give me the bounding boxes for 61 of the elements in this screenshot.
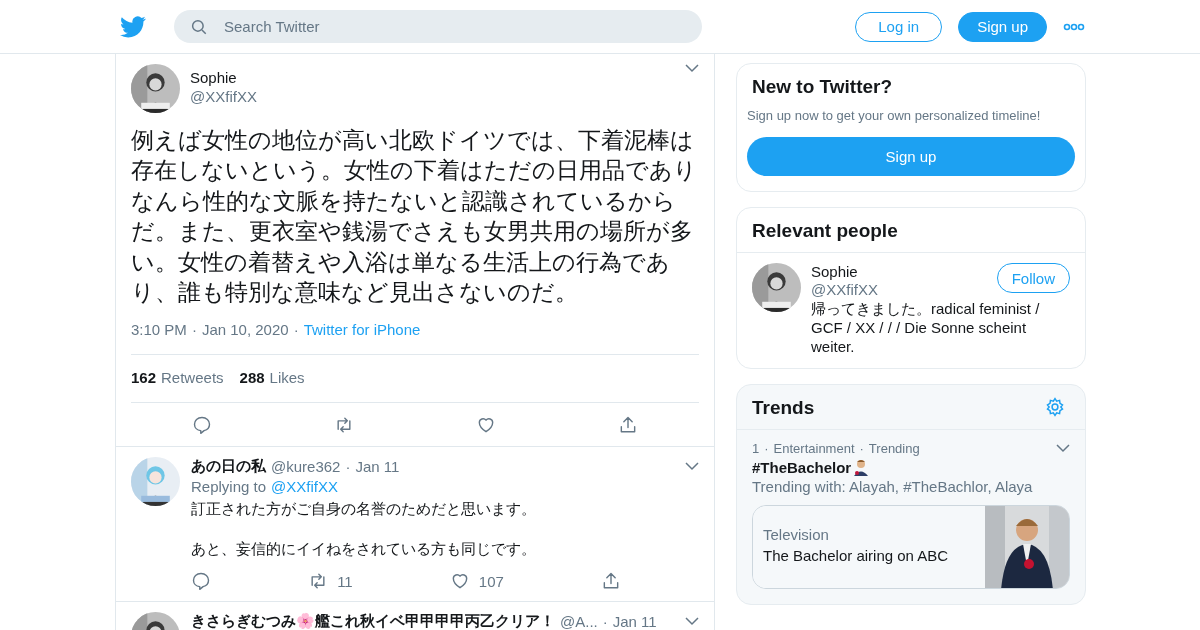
signup-button[interactable]: Sign up bbox=[958, 11, 1047, 42]
reply-button[interactable] bbox=[191, 571, 211, 592]
trend-status: Trending bbox=[868, 441, 920, 456]
trend-media-card[interactable]: Television The Bachelor airing on ABC bbox=[752, 505, 1070, 589]
search-field[interactable]: Search Twitter bbox=[174, 10, 702, 43]
trending-with: Trending with: Alayah, #TheBachlor, Alaya bbox=[752, 478, 1034, 495]
trend-category: Entertainment bbox=[773, 441, 855, 456]
login-button[interactable]: Log in bbox=[855, 11, 943, 42]
author-name[interactable]: Sophie bbox=[190, 69, 675, 86]
trend-rank: 1 bbox=[752, 441, 760, 456]
person-bio: 帰ってきました。radical feminist / GCF / XX / / / Die Sonne scheint weiter. bbox=[811, 299, 1041, 356]
retweets-label[interactable]: Retweets bbox=[161, 369, 224, 387]
tweet-text: 例えば女性の地位が高い北欧ドイツでは、下着泥棒は存在しないという。女性の下着はただの日用品でありなんら性的な文脈を持たないと認識されているからだ。また、更衣室や銭湯でさえも女男共用の場所が多い。女性の着替えや入浴は単なる生活上の行為であり、誰も特別な意味など見出さないのだ。 bbox=[131, 126, 698, 308]
card-title: Relevant people bbox=[751, 219, 899, 243]
separator-dot: · bbox=[602, 613, 608, 630]
separator-dot: · bbox=[191, 321, 197, 339]
separator-dot: · bbox=[859, 441, 864, 456]
replying-label: Replying to bbox=[191, 478, 267, 496]
card-title: New to Twitter? bbox=[751, 75, 894, 99]
person-handle[interactable]: @XXfifXX bbox=[811, 281, 997, 298]
trend-name[interactable]: #TheBachelor bbox=[752, 458, 852, 476]
reply-author-handle[interactable]: @A... bbox=[560, 613, 598, 630]
tweet-date: Jan 10, 2020 bbox=[201, 321, 289, 339]
reply-text: あと、妄信的にイイねをされている方も同じです。 bbox=[191, 539, 537, 560]
card-text: Sign up now to get your own personalized timeline! bbox=[746, 108, 1042, 125]
like-count: 288 bbox=[239, 369, 265, 387]
reply-icon bbox=[191, 571, 211, 592]
tweet-time: 3:10 PM bbox=[131, 321, 187, 339]
reply-author-name[interactable]: あの日の私 bbox=[191, 457, 266, 477]
separator-dot: · bbox=[293, 321, 299, 339]
reply-icon bbox=[192, 415, 212, 436]
separator-dot: · bbox=[345, 458, 351, 476]
reply-date[interactable]: Jan 11 bbox=[612, 613, 657, 630]
card-title: Trends bbox=[751, 396, 816, 420]
chevron-icon[interactable] bbox=[1056, 444, 1070, 453]
settings-icon[interactable] bbox=[1045, 397, 1065, 417]
person-name[interactable]: Sophie bbox=[811, 263, 997, 280]
man-icon bbox=[852, 458, 871, 476]
reply-date[interactable]: Jan 11 bbox=[355, 458, 400, 476]
chevron-icon[interactable] bbox=[685, 64, 699, 73]
chevron-icon[interactable] bbox=[685, 617, 699, 627]
media-kind: Television bbox=[763, 526, 830, 543]
author-handle[interactable]: @XXfifXX bbox=[190, 88, 675, 105]
reply-button[interactable] bbox=[192, 415, 212, 436]
follow-button[interactable]: Follow bbox=[996, 263, 1070, 293]
search-icon bbox=[190, 18, 208, 36]
reply-text: 訂正された方がご自身の名誉のためだと思います。 bbox=[191, 499, 537, 520]
like-button[interactable]: 107 bbox=[449, 571, 504, 592]
bird-logo[interactable] bbox=[120, 15, 146, 38]
signup-button[interactable]: Sign up bbox=[747, 137, 1075, 176]
reply-author-handle[interactable]: @kure362 bbox=[271, 458, 341, 476]
media-title: The Bachelor airing on ABC bbox=[763, 547, 950, 564]
reply-author-name[interactable]: きさらぎむつみ🌸艦これ秋イベ甲甲甲甲丙乙クリア！ bbox=[191, 612, 555, 630]
source-link[interactable]: Twitter for iPhone bbox=[303, 321, 421, 339]
likes-label[interactable]: Likes bbox=[269, 369, 305, 387]
separator-dot: · bbox=[764, 441, 769, 456]
more-icon[interactable] bbox=[1063, 22, 1085, 31]
chevron-icon[interactable] bbox=[685, 462, 699, 472]
retweet-count: 162 bbox=[131, 369, 157, 387]
retweet-button[interactable]: 11 bbox=[308, 571, 353, 592]
mention-link[interactable]: @XXfifXX bbox=[271, 478, 338, 496]
